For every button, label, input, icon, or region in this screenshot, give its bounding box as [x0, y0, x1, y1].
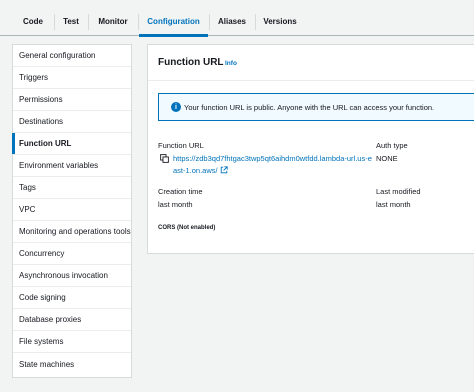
tab-aliases[interactable]: Aliases	[210, 10, 254, 36]
sidebar-item-database-proxies[interactable]: Database proxies	[13, 309, 131, 331]
copy-icon[interactable]	[160, 154, 169, 163]
alert-message: Your function URL is public. Anyone with…	[184, 103, 435, 112]
tab-monitor[interactable]: Monitor	[89, 10, 137, 36]
function-url-link[interactable]: https://zdb3qd7fhtgac3twp5qt6aihdm0wtfdd…	[173, 153, 373, 177]
panel-header: Function URL Info	[148, 45, 474, 81]
function-url-panel: Function URL Info i Your function URL is…	[147, 44, 474, 254]
last-modified-label: Last modified	[376, 187, 421, 196]
sidebar-item-environment-variables[interactable]: Environment variables	[13, 155, 131, 177]
sidebar-item-destinations[interactable]: Destinations	[13, 111, 131, 133]
sidebar-item-permissions[interactable]: Permissions	[13, 89, 131, 111]
tab-configuration[interactable]: Configuration	[139, 10, 208, 37]
cors-status: CORS (Not enabled)	[158, 225, 216, 231]
sidebar-item-file-systems[interactable]: File systems	[13, 331, 131, 353]
sidebar-item-function-url[interactable]: Function URL	[12, 133, 131, 155]
sidebar-item-async-invocation[interactable]: Asynchronous invocation	[13, 265, 131, 287]
auth-type-label: Auth type	[376, 141, 408, 150]
function-url-value[interactable]: https://zdb3qd7fhtgac3twp5qt6aihdm0wtfdd…	[173, 154, 372, 175]
sidebar-item-vpc[interactable]: VPC	[13, 199, 131, 221]
sidebar-item-tags[interactable]: Tags	[13, 177, 131, 199]
tab-test[interactable]: Test	[55, 10, 87, 36]
tab-bar: Code Test Monitor Configuration Aliases …	[0, 0, 474, 37]
sidebar-item-state-machines[interactable]: State machines	[13, 353, 131, 375]
info-circle-icon: i	[171, 102, 181, 112]
function-url-label: Function URL	[158, 141, 204, 150]
auth-type-value: NONE	[376, 154, 398, 163]
panel-title: Function URL	[158, 57, 224, 68]
creation-time-value: last month	[158, 200, 193, 209]
sidebar-item-code-signing[interactable]: Code signing	[13, 287, 131, 309]
sidebar-item-monitoring[interactable]: Monitoring and operations tools	[13, 221, 131, 243]
info-link[interactable]: Info	[225, 60, 237, 67]
sidebar-item-general-configuration[interactable]: General configuration	[13, 45, 131, 67]
external-link-icon[interactable]	[220, 166, 228, 174]
last-modified-value: last month	[376, 200, 411, 209]
creation-time-label: Creation time	[158, 187, 203, 196]
sidebar-item-concurrency[interactable]: Concurrency	[13, 243, 131, 265]
tab-code[interactable]: Code	[14, 10, 52, 36]
public-url-alert: i Your function URL is public. Anyone wi…	[158, 93, 474, 121]
sidebar-item-triggers[interactable]: Triggers	[13, 67, 131, 89]
config-sidebar: General configuration Triggers Permissio…	[12, 44, 132, 378]
tab-versions[interactable]: Versions	[256, 10, 304, 36]
